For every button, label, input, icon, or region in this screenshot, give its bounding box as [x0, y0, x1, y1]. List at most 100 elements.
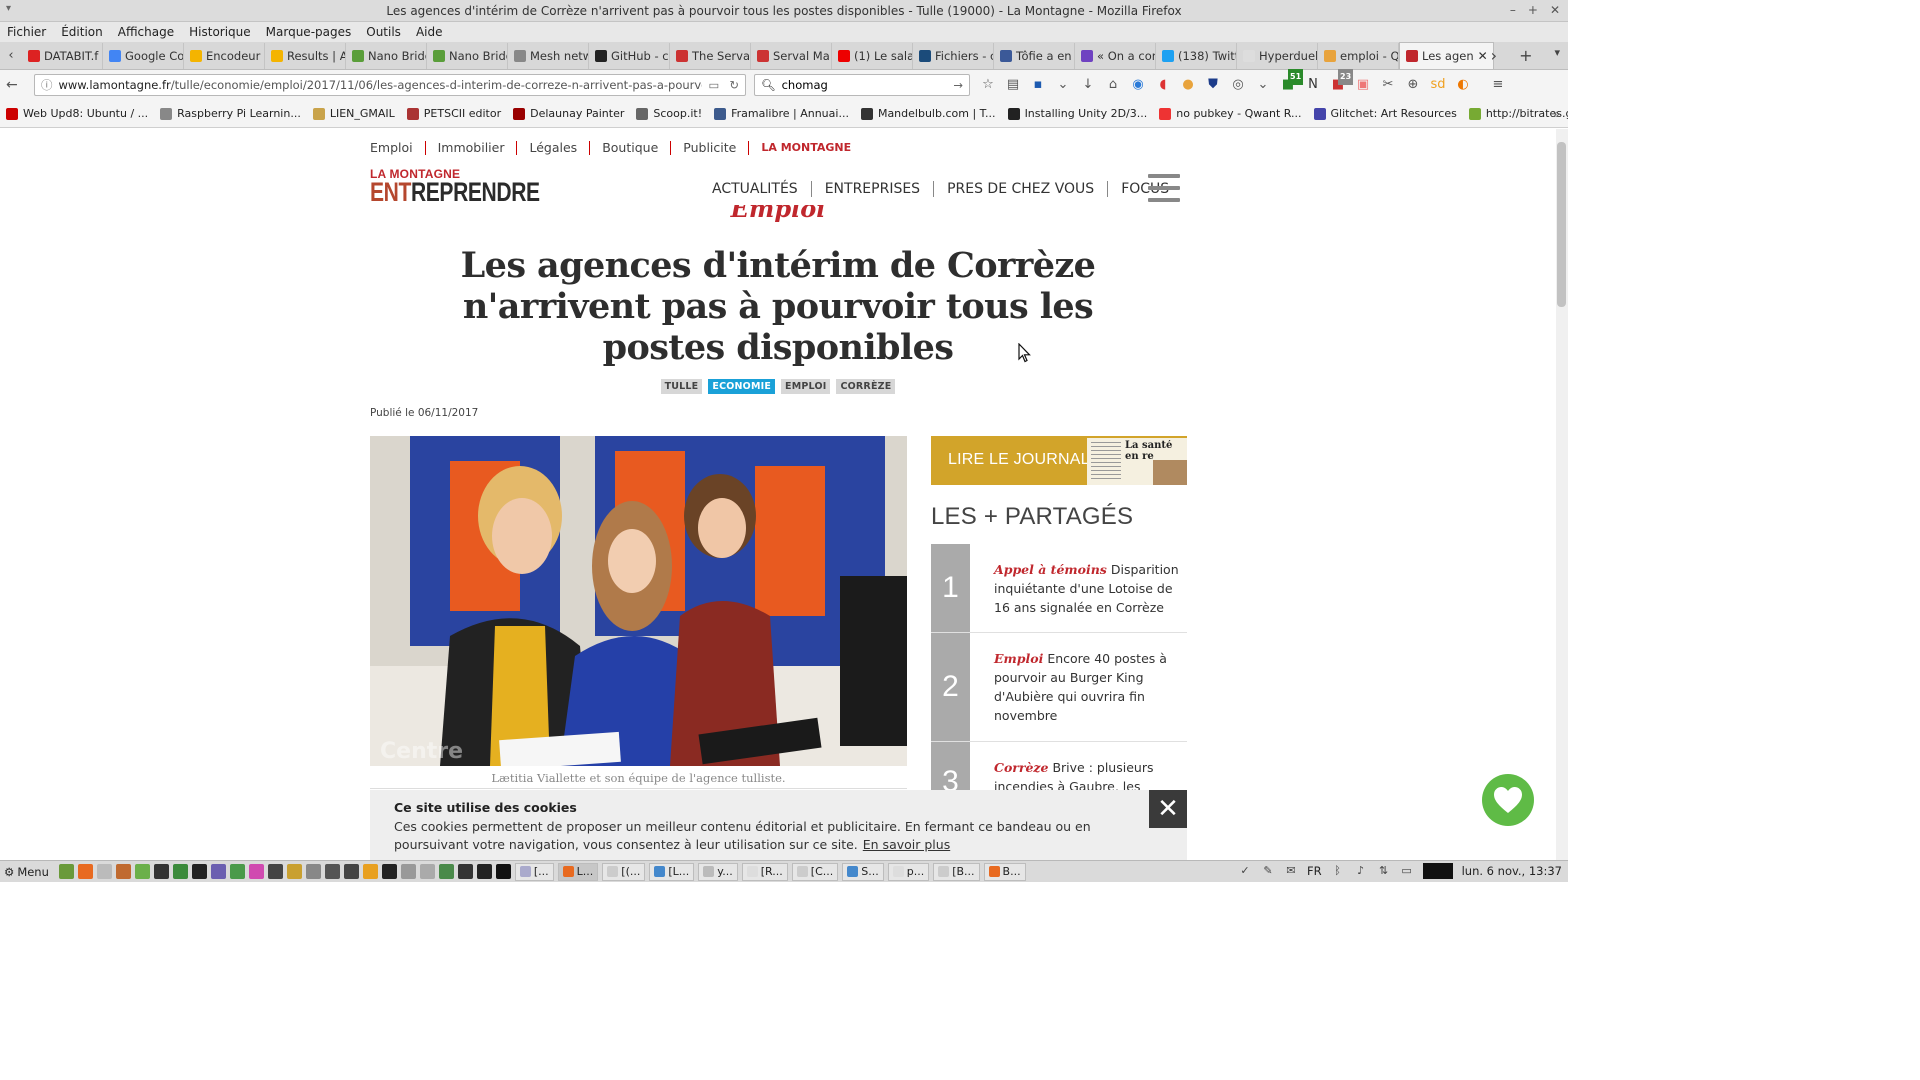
bookmark-item[interactable]: LIEN_GMAIL: [312, 107, 395, 120]
tab[interactable]: Serval Ma: [751, 42, 832, 69]
window-menu-icon[interactable]: ▾: [6, 3, 11, 14]
shared-item-body[interactable]: Emploi Encore 40 postes à pourvoir au Bur…: [970, 633, 1187, 741]
launcher-files-icon[interactable]: [58, 864, 74, 879]
extension-target-icon[interactable]: ⊕: [1405, 77, 1421, 93]
launcher-inkscape-icon[interactable]: [153, 864, 169, 879]
tab[interactable]: Nano Bridg: [346, 42, 427, 69]
toplink-boutique[interactable]: Boutique: [590, 141, 672, 155]
url-bar[interactable]: ⓘ www.lamontagne.fr/tulle/economie/emplo…: [34, 74, 746, 96]
toplink-la-montagne[interactable]: LA MONTAGNE: [749, 141, 863, 155]
extension-badge-51-icon[interactable]: ■51: [1280, 69, 1304, 93]
toplink-emploi[interactable]: Emploi: [370, 141, 426, 155]
toplink-publicite[interactable]: Publicite: [671, 141, 750, 155]
launcher-app-icon[interactable]: [476, 864, 492, 879]
launcher-app-icon[interactable]: [362, 864, 378, 879]
nav-pres-de-chez-vous[interactable]: PRES DE CHEZ VOUS: [934, 181, 1109, 197]
extension-tools-icon[interactable]: ✂: [1380, 77, 1396, 93]
tab[interactable]: Google Co: [103, 42, 184, 69]
launcher-app-icon[interactable]: [248, 864, 264, 879]
bookmarks-library-icon[interactable]: ▤: [1005, 77, 1021, 93]
launcher-app-icon[interactable]: [324, 864, 340, 879]
screenshot-icon[interactable]: ◎: [1230, 77, 1246, 93]
tab[interactable]: Hyperduels: [1237, 42, 1318, 69]
clock[interactable]: lun. 6 nov., 13:37: [1462, 864, 1562, 878]
url-text[interactable]: www.lamontagne.fr/tulle/economie/emploi/…: [59, 78, 703, 92]
heart-share-button[interactable]: [1482, 774, 1534, 826]
bookmark-item[interactable]: Framalibre | Annuai...: [714, 107, 849, 120]
bookmark-item[interactable]: Installing Unity 2D/3...: [1007, 107, 1147, 120]
taskbar-window-button[interactable]: p...: [887, 862, 930, 881]
network-icon[interactable]: ⇅: [1377, 864, 1391, 878]
launcher-terminal-icon[interactable]: [381, 864, 397, 879]
shared-item[interactable]: 2 Emploi Encore 40 postes à pourvoir au B…: [931, 633, 1187, 742]
lire-le-journal-banner[interactable]: LIRE LE JOURNAL La santé en re passée au…: [931, 436, 1187, 485]
extension-badge-23-icon[interactable]: ■23: [1330, 69, 1354, 93]
tab[interactable]: emploi - Q: [1318, 42, 1399, 69]
tab[interactable]: Tôfie a en: [994, 42, 1075, 69]
menu-historique[interactable]: Historique: [189, 25, 251, 39]
launcher-app-icon[interactable]: [210, 864, 226, 879]
taskbar-window-button[interactable]: [R...: [741, 862, 788, 881]
reload-icon[interactable]: ↻: [729, 78, 739, 92]
hamburger-menu-icon[interactable]: [1148, 174, 1180, 202]
pocket-icon[interactable]: ◖: [1155, 77, 1171, 93]
minimize-icon[interactable]: –: [1510, 3, 1516, 17]
taskbar-window-button[interactable]: [L...: [649, 862, 695, 881]
taskbar-window-button[interactable]: L...: [557, 862, 599, 881]
nav-actualites[interactable]: ACTUALITÉS: [712, 181, 812, 197]
launcher-app-icon[interactable]: [172, 864, 188, 879]
bookmark-item[interactable]: PETSCII editor: [406, 107, 501, 120]
taskbar-window-button[interactable]: B...: [983, 862, 1026, 881]
launcher-app-icon[interactable]: [96, 864, 112, 879]
site-info-icon[interactable]: ⓘ: [41, 77, 53, 93]
toplink-immobilier[interactable]: Immobilier: [426, 141, 518, 155]
toplink-legales[interactable]: Légales: [517, 141, 591, 155]
back-arrow-icon[interactable]: ←: [6, 77, 26, 93]
taskbar-window-button[interactable]: [(...: [602, 862, 646, 881]
all-tabs-icon[interactable]: ▾: [1554, 46, 1560, 65]
launcher-app-icon[interactable]: [343, 864, 359, 879]
bookmark-item[interactable]: Delaunay Painter: [513, 107, 624, 120]
shared-item[interactable]: 1 Appel à témoins Disparition inquiétante…: [931, 544, 1187, 633]
new-tab-icon[interactable]: +: [1519, 46, 1532, 65]
article-tag[interactable]: ECONOMIE: [708, 379, 776, 394]
tab[interactable]: « On a con: [1075, 42, 1156, 69]
menu-edition[interactable]: Édition: [61, 25, 103, 39]
taskbar-window-button[interactable]: [B...: [933, 862, 980, 881]
scroll-tabs-right-icon[interactable]: ›: [1491, 46, 1497, 65]
shield-icon[interactable]: ✓: [1238, 864, 1252, 878]
launcher-app-icon[interactable]: [438, 864, 454, 879]
maximize-icon[interactable]: +: [1528, 3, 1538, 17]
launcher-app-icon[interactable]: [419, 864, 435, 879]
menu-fichier[interactable]: Fichier: [7, 25, 46, 39]
pen-icon[interactable]: ✎: [1261, 864, 1275, 878]
search-bar[interactable]: 🔍︎ →: [754, 74, 970, 96]
tab[interactable]: Results | A: [265, 42, 346, 69]
tab[interactable]: The Servat: [670, 42, 751, 69]
reader-view-icon[interactable]: ▭: [708, 78, 719, 92]
home-icon[interactable]: ⌂: [1105, 77, 1121, 93]
volume-icon[interactable]: ♪: [1354, 864, 1368, 878]
tab[interactable]: Encodeur: [184, 42, 265, 69]
bookmark-item[interactable]: Glitchet: Art Resources: [1313, 107, 1457, 120]
article-tag[interactable]: TULLE: [660, 379, 703, 394]
taskbar-window-button[interactable]: S...: [842, 862, 884, 881]
launcher-app-icon[interactable]: [134, 864, 150, 879]
tab[interactable]: GitHub - c: [589, 42, 670, 69]
menu-outils[interactable]: Outils: [366, 25, 401, 39]
mail-icon[interactable]: ✉: [1284, 864, 1298, 878]
menu-marque-pages[interactable]: Marque-pages: [266, 25, 352, 39]
page-scrollbar-thumb[interactable]: [1557, 142, 1566, 307]
search-go-icon[interactable]: →: [953, 78, 963, 92]
scroll-tabs-left-icon[interactable]: ‹: [0, 48, 22, 63]
launcher-app-icon[interactable]: [267, 864, 283, 879]
launcher-app-icon[interactable]: [400, 864, 416, 879]
bookmark-star-icon[interactable]: ☆: [980, 77, 996, 93]
extensions-dropdown-icon[interactable]: ⌄: [1255, 77, 1271, 93]
tab[interactable]: Nano Bridg: [427, 42, 508, 69]
article-tag[interactable]: EMPLOI: [781, 379, 831, 394]
extension-pdf-icon[interactable]: ▣: [1355, 77, 1371, 93]
menu-aide[interactable]: Aide: [416, 25, 443, 39]
bookmark-item[interactable]: Web Upd8: Ubuntu / ...: [6, 107, 148, 120]
launcher-app-icon[interactable]: [495, 864, 511, 879]
